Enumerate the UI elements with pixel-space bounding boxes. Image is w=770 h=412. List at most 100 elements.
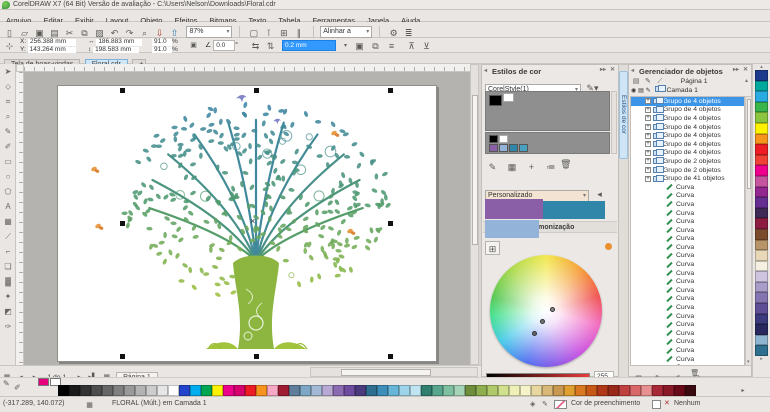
scrollbar-thumb[interactable] bbox=[747, 99, 751, 189]
color-swatch[interactable] bbox=[443, 385, 454, 396]
color-swatch[interactable] bbox=[597, 385, 608, 396]
color-swatch[interactable] bbox=[278, 385, 289, 396]
object-list-item[interactable]: Curva bbox=[631, 260, 744, 269]
interactive-fill-tool[interactable]: ◩ bbox=[0, 304, 16, 319]
object-list-item[interactable]: Curva bbox=[631, 277, 744, 286]
freehand-tool[interactable]: ✎ bbox=[0, 124, 16, 139]
color-swatch[interactable] bbox=[366, 385, 377, 396]
selection-handle[interactable] bbox=[254, 88, 259, 93]
expand-icon[interactable]: + bbox=[645, 133, 651, 139]
color-swatch[interactable] bbox=[498, 385, 509, 396]
object-list-item[interactable]: Curva bbox=[631, 235, 744, 244]
color-swatch[interactable] bbox=[113, 385, 124, 396]
color-swatch[interactable] bbox=[663, 385, 674, 396]
lock-ratio-icon[interactable]: ▣ bbox=[186, 39, 201, 53]
color-swatch[interactable] bbox=[300, 385, 311, 396]
color-swatch[interactable] bbox=[201, 385, 212, 396]
scroll-up-icon[interactable]: ▴ bbox=[745, 77, 748, 84]
horizontal-ruler[interactable] bbox=[24, 64, 470, 72]
color-swatch[interactable] bbox=[630, 385, 641, 396]
harmony-bar-1[interactable] bbox=[485, 199, 543, 219]
color-swatch[interactable] bbox=[542, 385, 553, 396]
wheel-marker[interactable] bbox=[532, 331, 537, 336]
color-swatch[interactable] bbox=[755, 81, 768, 92]
color-swatch[interactable] bbox=[755, 324, 768, 335]
color-swatch[interactable] bbox=[586, 385, 597, 396]
collapse-icon[interactable]: ▸▸ bbox=[600, 66, 606, 73]
scrollbar-thumb[interactable] bbox=[472, 95, 478, 245]
color-swatch[interactable] bbox=[388, 385, 399, 396]
object-list-item[interactable]: Curva bbox=[631, 183, 744, 192]
object-list-item[interactable]: Curva bbox=[631, 269, 744, 278]
color-swatch[interactable] bbox=[91, 385, 102, 396]
object-list-item[interactable]: Curva bbox=[631, 355, 744, 364]
close-icon[interactable]: ✕ bbox=[610, 66, 615, 73]
object-list-item[interactable]: Curva bbox=[631, 346, 744, 355]
object-list-item[interactable]: +Grupo de 4 objetos bbox=[631, 140, 744, 149]
object-list-item[interactable]: +Grupo de 4 objetos bbox=[631, 97, 744, 106]
zoom-tool[interactable]: ⌕ bbox=[0, 109, 16, 124]
object-list-item[interactable]: Curva bbox=[631, 320, 744, 329]
color-swatch[interactable] bbox=[509, 385, 520, 396]
printer-icon[interactable]: ▤ bbox=[638, 88, 644, 94]
color-swatch[interactable] bbox=[256, 385, 267, 396]
color-swatch[interactable] bbox=[755, 187, 768, 198]
edit-across-layers-icon[interactable]: ✎ bbox=[643, 77, 653, 86]
color-swatch[interactable] bbox=[652, 385, 663, 396]
color-swatch[interactable] bbox=[755, 250, 768, 261]
harmony-hint-icon[interactable] bbox=[605, 243, 612, 250]
style-swatch-white[interactable] bbox=[503, 93, 514, 102]
harmony-swatch[interactable] bbox=[499, 135, 508, 143]
color-swatch[interactable] bbox=[755, 70, 768, 81]
polygon-tool[interactable]: ⬠ bbox=[0, 184, 16, 199]
table-tool[interactable]: ▦ bbox=[0, 214, 16, 229]
object-list-item[interactable]: Curva bbox=[631, 329, 744, 338]
text-tool[interactable]: A bbox=[0, 199, 16, 214]
selection-handle[interactable] bbox=[388, 88, 393, 93]
color-swatch[interactable] bbox=[487, 385, 498, 396]
mirror-horizontal-icon[interactable]: ⇆ bbox=[248, 39, 263, 53]
color-swatch[interactable] bbox=[755, 282, 768, 293]
object-width-field[interactable]: 186.883 mm bbox=[96, 39, 142, 46]
palette-view-icon[interactable]: ▦ bbox=[504, 160, 519, 174]
color-swatch[interactable] bbox=[755, 292, 768, 303]
object-list-item[interactable]: +Grupo de 4 objetos bbox=[631, 123, 744, 132]
object-list-item[interactable]: +Grupo de 4 objetos bbox=[631, 131, 744, 140]
color-swatch[interactable] bbox=[399, 385, 410, 396]
palette-flyout-icon[interactable]: ▸ bbox=[753, 356, 770, 362]
color-swatch[interactable] bbox=[755, 112, 768, 123]
fill-pen-icon[interactable]: ✎ bbox=[3, 379, 10, 388]
object-list-item[interactable]: Curva bbox=[631, 303, 744, 312]
selection-handle[interactable] bbox=[120, 221, 125, 226]
object-list-item[interactable]: Curva bbox=[631, 363, 744, 366]
color-styles-well[interactable] bbox=[485, 91, 610, 131]
wheel-marker[interactable] bbox=[540, 319, 545, 324]
to-back-icon[interactable]: ⊻ bbox=[419, 39, 434, 53]
color-swatch[interactable] bbox=[553, 385, 564, 396]
color-swatch[interactable] bbox=[454, 385, 465, 396]
fill-preview-swatch[interactable] bbox=[554, 400, 567, 409]
color-swatch[interactable] bbox=[755, 261, 768, 272]
color-swatch[interactable] bbox=[755, 155, 768, 166]
style-swatch-black[interactable] bbox=[489, 95, 502, 106]
close-icon[interactable]: ✕ bbox=[743, 66, 748, 73]
color-swatch[interactable] bbox=[755, 229, 768, 240]
color-swatch[interactable] bbox=[179, 385, 190, 396]
color-swatch[interactable] bbox=[564, 385, 575, 396]
color-swatch[interactable] bbox=[311, 385, 322, 396]
object-list-item[interactable]: +Grupo de 2 objetos bbox=[631, 166, 744, 175]
color-swatch[interactable] bbox=[58, 385, 69, 396]
harmony-swatch[interactable] bbox=[509, 144, 518, 152]
object-list-item[interactable]: +Grupo de 2 objetos bbox=[631, 157, 744, 166]
color-swatch[interactable] bbox=[157, 385, 168, 396]
crop-tool[interactable]: ⌗ bbox=[0, 94, 16, 109]
color-swatch[interactable] bbox=[355, 385, 366, 396]
color-swatch[interactable] bbox=[575, 385, 586, 396]
drawing-canvas[interactable]: × bbox=[24, 72, 470, 365]
expand-icon[interactable]: + bbox=[645, 158, 651, 164]
outline-width-combobox[interactable]: 0.2 mm ▾ bbox=[282, 40, 336, 51]
color-swatch[interactable] bbox=[755, 176, 768, 187]
color-swatch[interactable] bbox=[234, 385, 245, 396]
color-swatch[interactable] bbox=[619, 385, 630, 396]
object-list-item[interactable]: Curva bbox=[631, 209, 744, 218]
